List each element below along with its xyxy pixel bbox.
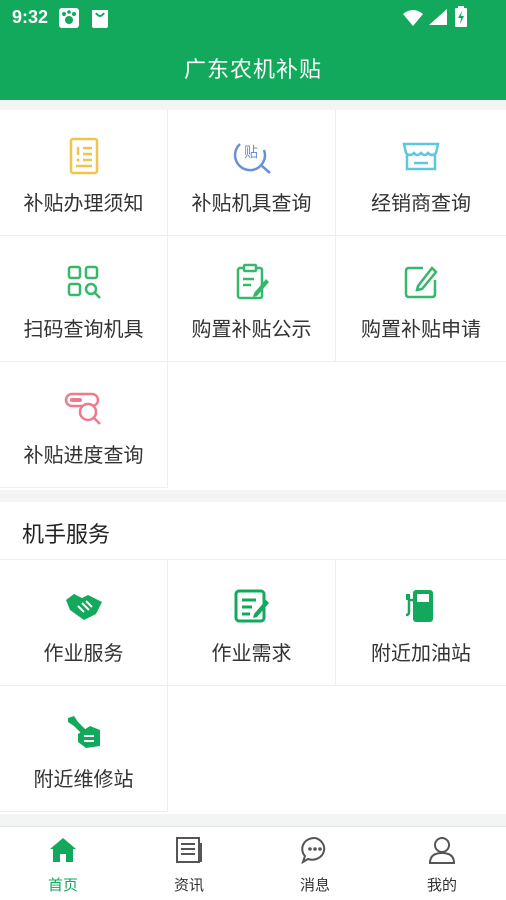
subsidy-services-grid: 补贴办理须知 贴 补贴机具查询 经销商查询 扫码查询机具 购置补贴公示 购置补贴… xyxy=(0,110,506,490)
purchase-subsidy-apply-label: 购置补贴申请 xyxy=(361,317,481,341)
svg-text:贴: 贴 xyxy=(244,145,258,161)
subsidy-guide-label: 补贴办理须知 xyxy=(23,191,144,215)
subsidy-search-icon: 贴 xyxy=(168,136,335,176)
tab-home[interactable]: 首页 xyxy=(0,827,126,900)
battery-charging-icon xyxy=(454,6,468,32)
tab-messages[interactable]: 消息 xyxy=(252,827,378,900)
scan-query-item[interactable]: 扫码查询机具 xyxy=(0,236,168,362)
subsidy-machine-query-item[interactable]: 贴 补贴机具查询 xyxy=(168,110,336,236)
wifi-icon xyxy=(402,9,424,31)
progress-search-icon xyxy=(0,388,167,428)
scan-query-label: 扫码查询机具 xyxy=(23,317,144,341)
dealer-query-item[interactable]: 经销商查询 xyxy=(336,110,506,236)
nearby-repair-station-label: 附近维修站 xyxy=(33,767,134,791)
user-icon xyxy=(378,835,506,869)
purchase-subsidy-notice-label: 购置补贴公示 xyxy=(191,317,312,341)
tab-home-label: 首页 xyxy=(47,876,78,894)
work-service-item[interactable]: 作业服务 xyxy=(0,560,168,686)
notice-document-icon xyxy=(0,136,167,176)
clipboard-edit-icon xyxy=(168,262,335,302)
page-title: 广东农机补贴 xyxy=(183,58,322,83)
status-bar: 9:32 xyxy=(0,0,506,36)
home-icon xyxy=(0,835,126,869)
section-title: 机手服务 xyxy=(22,523,111,548)
scan-grid-icon xyxy=(0,262,167,302)
wrench-hand-icon xyxy=(0,712,167,752)
purchase-subsidy-apply-item[interactable]: 购置补贴申请 xyxy=(336,236,506,362)
shopping-bag-icon xyxy=(90,7,110,33)
operator-services-header: 机手服务 xyxy=(0,502,506,560)
app-bar: 广东农机补贴 xyxy=(0,36,506,100)
bottom-tab-bar: 首页 资讯 消息 我的 xyxy=(0,826,506,900)
nearby-repair-station-item[interactable]: 附近维修站 xyxy=(0,686,168,812)
store-icon xyxy=(336,136,506,176)
baidu-paw-icon xyxy=(58,7,80,33)
subsidy-progress-query-item[interactable]: 补贴进度查询 xyxy=(0,362,168,488)
handshake-icon xyxy=(0,586,167,626)
subsidy-guide-item[interactable]: 补贴办理须知 xyxy=(0,110,168,236)
tab-news[interactable]: 资讯 xyxy=(126,827,252,900)
tab-profile-label: 我的 xyxy=(426,876,457,894)
subsidy-machine-query-label: 补贴机具查询 xyxy=(191,191,312,215)
work-demand-label: 作业需求 xyxy=(211,641,292,665)
operator-services-grid: 作业服务 作业需求 附近加油站 附近维修站 xyxy=(0,560,506,814)
subsidy-progress-query-label: 补贴进度查询 xyxy=(23,443,144,467)
work-service-label: 作业服务 xyxy=(43,641,124,665)
message-icon xyxy=(252,835,378,869)
edit-square-icon xyxy=(336,262,506,302)
work-demand-item[interactable]: 作业需求 xyxy=(168,560,336,686)
nearby-gas-station-item[interactable]: 附近加油站 xyxy=(336,560,506,686)
notepad-icon xyxy=(168,586,335,626)
tab-news-label: 资讯 xyxy=(173,876,204,894)
gas-station-icon xyxy=(336,586,506,626)
nearby-gas-station-label: 附近加油站 xyxy=(371,641,471,665)
tab-messages-label: 消息 xyxy=(299,876,330,894)
status-time: 9:32 xyxy=(12,7,49,27)
purchase-subsidy-notice-item[interactable]: 购置补贴公示 xyxy=(168,236,336,362)
cell-signal-icon xyxy=(428,8,448,30)
dealer-query-label: 经销商查询 xyxy=(371,191,471,215)
news-icon xyxy=(126,835,252,869)
tab-profile[interactable]: 我的 xyxy=(378,827,506,900)
